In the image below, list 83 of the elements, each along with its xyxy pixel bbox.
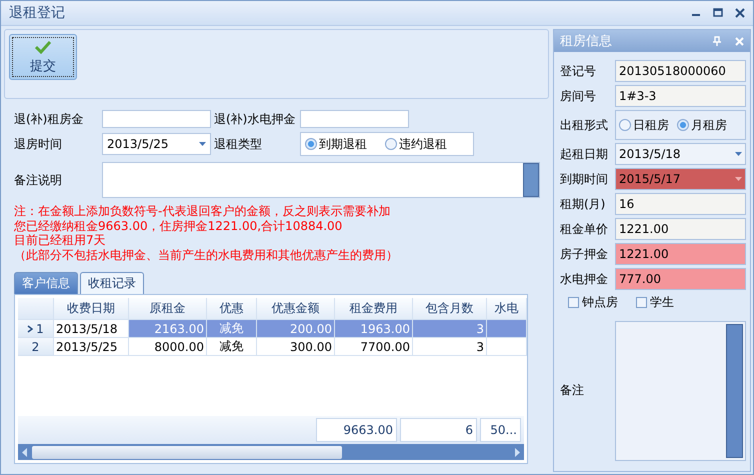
table-cell: 3 [413, 320, 487, 338]
note-text: 您已经缴纳租金9663.00，住房押金1221.00,合计10884.00 [14, 218, 344, 233]
remark-field[interactable] [615, 320, 746, 460]
close-icon [735, 36, 744, 46]
table-cell: 1963.00 [335, 320, 413, 338]
table-cell: 7700.00 [335, 338, 413, 356]
radio-option[interactable]: 月租房 [677, 116, 727, 134]
table-cell: 2163.00 [129, 320, 207, 338]
total-cell: 6 [400, 418, 477, 442]
field-label: 租期(月) [560, 196, 606, 212]
field-label: 出租形式 [560, 116, 609, 134]
remark-field[interactable] [102, 162, 540, 198]
date-field[interactable]: 2015/5/17 [615, 168, 746, 190]
column-header[interactable]: 收费日期 [54, 298, 129, 320]
field-label: 退(补)水电押金 [213, 110, 296, 128]
input-field[interactable] [102, 110, 211, 128]
field-label: 房间号 [560, 88, 597, 104]
field-label: 备注说明 [14, 172, 63, 188]
pin-icon [713, 36, 721, 46]
table-cell: 减免 [207, 320, 257, 338]
tab[interactable]: 收租记录 [80, 272, 144, 294]
close-icon [735, 8, 745, 18]
table-cell: 200.00 [257, 320, 335, 338]
scrollbar[interactable] [523, 163, 539, 197]
note-text: 目前已经租用7天 [14, 233, 107, 248]
input-field[interactable] [300, 110, 409, 128]
total-cell: 9663.00 [316, 418, 397, 442]
dropdown-icon [735, 177, 742, 181]
checkmark-icon [35, 40, 51, 54]
scrollbar[interactable] [726, 324, 743, 458]
date-field[interactable]: 2013/5/25 [102, 133, 211, 155]
date-field[interactable]: 2013/5/18 [615, 143, 746, 165]
scroll-left-icon [22, 448, 28, 456]
scroll-thumb[interactable] [32, 446, 342, 458]
input-field[interactable]: 1#3-3 [615, 85, 746, 107]
input-field[interactable]: 777.00 [615, 268, 746, 290]
checkbox[interactable]: 学生 [636, 294, 674, 310]
field-label: 租金单价 [560, 220, 609, 238]
column-header[interactable]: 优惠金额 [257, 298, 335, 320]
field-label: 登记号 [560, 62, 597, 80]
column-header[interactable]: 包含月数 [413, 298, 487, 320]
table-cell: 减免 [207, 338, 257, 356]
row-number: 1 [36, 322, 44, 336]
table-cell: 8000.00 [129, 338, 207, 356]
scroll-right-icon [514, 448, 520, 456]
row-number: 2 [32, 340, 40, 354]
submit-button[interactable]: 提交 [9, 34, 77, 80]
column-header[interactable]: 租金费用 [335, 298, 413, 320]
field-label: 退(补)租房金 [14, 110, 84, 128]
field-label: 退房时间 [14, 136, 63, 152]
total-cell: 50... [480, 418, 521, 442]
scrollbar[interactable] [18, 444, 524, 460]
note-text: 注：在金额上添加负数符号-代表退回客户的金额，反之则表示需要补加 [14, 204, 392, 218]
table-cell: 3 [413, 338, 487, 356]
dropdown-icon [735, 152, 742, 156]
table-row[interactable]: 1 2013/5/18 2163.00 减免 200.00 1963.00 3 [18, 320, 524, 338]
input-field[interactable]: 1221.00 [615, 218, 746, 240]
field-label: 起租日期 [560, 146, 609, 162]
table-cell: 2013/5/25 [54, 338, 129, 356]
field-label: 房子押金 [560, 246, 609, 262]
field-label: 到期时间 [560, 170, 609, 188]
column-header[interactable]: 原租金 [129, 298, 207, 320]
column-header[interactable]: 水电 [487, 298, 527, 320]
table-row[interactable]: 2 2013/5/25 8000.00 减免 300.00 7700.00 3 [18, 338, 524, 356]
column-header[interactable]: 优惠 [207, 298, 257, 320]
window-title: 退租登记 [9, 4, 65, 22]
row-header [18, 298, 54, 320]
panel-title: 租房信息 [560, 33, 613, 50]
row-pointer-icon [27, 324, 34, 332]
table-cell: 300.00 [257, 338, 335, 356]
checkbox[interactable]: 钟点房 [568, 294, 618, 310]
radio-option[interactable]: 日租房 [619, 116, 669, 134]
input-field[interactable]: 20130518000060 [615, 60, 746, 82]
maximize-icon [713, 8, 723, 18]
input-field[interactable]: 16 [615, 193, 746, 215]
dropdown-icon [199, 142, 206, 146]
note-text: （此部分不包括水电押金、当前产生的水电费用和其他优惠产生的费用） [14, 248, 399, 262]
input-field[interactable]: 1221.00 [615, 243, 746, 265]
field-label: 水电押金 [560, 270, 609, 288]
field-label: 备注 [560, 382, 585, 399]
radio-option[interactable]: 违约退租 [385, 136, 447, 152]
radio-option[interactable]: 到期退租 [305, 136, 367, 152]
field-label: 退租类型 [213, 136, 263, 152]
